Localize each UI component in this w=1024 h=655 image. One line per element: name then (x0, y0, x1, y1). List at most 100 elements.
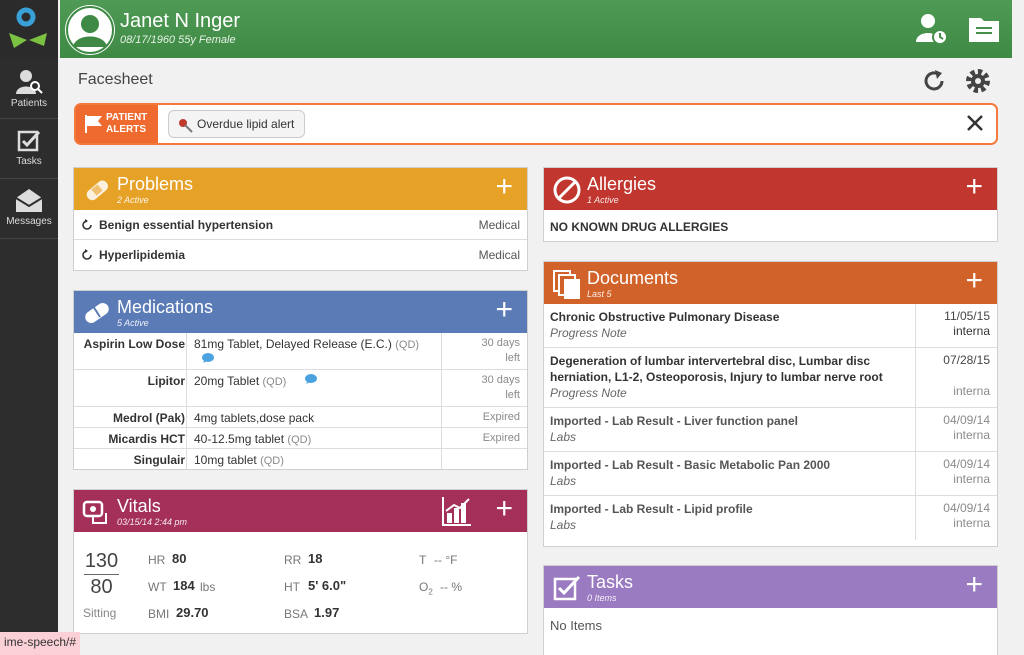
medication-frequency: (QD) (260, 455, 284, 467)
bsa-label: BSA (284, 607, 309, 621)
medication-row[interactable]: Lipitor 20mg Tablet (QD) 30 days left (74, 370, 527, 407)
document-row[interactable]: Degeneration of lumbar intervertebral di… (544, 348, 997, 408)
problem-category: Medical (478, 218, 520, 232)
chart-icon[interactable] (441, 495, 473, 527)
patient-header: Janet N Inger 08/17/1960 55y Female (60, 0, 1012, 58)
refresh-icon[interactable] (920, 67, 948, 100)
problem-row[interactable]: Benign essential hypertension Medical (74, 210, 527, 240)
medication-dose: 40-12.5mg tablet (QD) (194, 432, 311, 446)
document-source: interna (953, 384, 990, 398)
document-row[interactable]: Imported - Lab Result - Basic Metabolic … (544, 452, 997, 496)
ht-label: HT (284, 580, 300, 594)
page-title: Facesheet (78, 71, 153, 88)
add-problem-button[interactable]: + (495, 172, 513, 202)
comment-icon[interactable] (202, 353, 214, 363)
o2-label: O2 (419, 580, 433, 596)
nav-messages[interactable]: Messages (0, 180, 58, 239)
document-title: Chronic Obstructive Pulmonary Disease (550, 310, 780, 324)
add-vitals-button[interactable]: + (495, 494, 513, 524)
document-type: Progress Note (550, 386, 627, 400)
document-type: Labs (550, 474, 577, 488)
documents-header: Documents Last 5 + (544, 262, 997, 304)
medication-name: Aspirin Low Dose (83, 337, 185, 351)
allergy-name: NO KNOWN DRUG ALLERGIES (550, 220, 729, 234)
document-type: Progress Note (550, 326, 627, 340)
document-date: 07/28/15 (943, 353, 990, 367)
medication-row[interactable]: Micardis HCT 40-12.5mg tablet (QD) Expired (74, 428, 527, 449)
close-icon[interactable] (964, 112, 986, 139)
envelope-icon (15, 189, 43, 212)
nav-messages-label: Messages (6, 216, 52, 227)
tasks-body: No Items (544, 608, 997, 648)
document-date: 04/09/14 (943, 501, 990, 515)
left-nav: Patients Tasks Messages (0, 0, 58, 655)
document-row[interactable]: Chronic Obstructive Pulmonary Disease Pro… (544, 304, 997, 348)
medication-dose-text: 40-12.5mg tablet (194, 432, 285, 446)
medications-card: Medications 5 Active + Aspirin Low Dose 8… (73, 290, 528, 470)
document-source: interna (953, 472, 990, 486)
add-medication-button[interactable]: + (495, 295, 513, 325)
medications-subtitle: 5 Active (117, 318, 149, 328)
problem-name: Benign essential hypertension (99, 218, 274, 232)
nav-tasks[interactable]: Tasks (0, 120, 58, 179)
documents-card: Documents Last 5 + Chronic Obstructive P… (543, 261, 998, 547)
nav-patients[interactable]: Patients (0, 60, 58, 119)
medication-status: 30 days (481, 374, 520, 386)
medication-name: Micardis HCT (108, 432, 185, 446)
app-logo[interactable] (0, 0, 58, 58)
document-title: Imported - Lab Result - Basic Metabolic … (550, 458, 831, 472)
problems-card: Problems 2 Active + Benign essential hyp… (73, 167, 528, 271)
medication-dose-text: 81mg Tablet, Delayed Release (E.C.) (194, 337, 392, 351)
medication-name: Medrol (Pak) (112, 411, 185, 425)
add-allergy-button[interactable]: + (965, 172, 983, 202)
medication-status: Expired (482, 411, 520, 423)
rr-value: 18 (308, 551, 323, 566)
comment-icon[interactable] (305, 374, 317, 384)
medication-divider (186, 370, 187, 406)
tasks-subtitle: 0 Items (587, 593, 617, 603)
history-icon (82, 249, 92, 260)
avatar[interactable] (65, 5, 115, 55)
patient-dob: 08/17/1960 55y Female (120, 34, 236, 46)
tasks-card: Tasks 0 Items + No Items (543, 565, 998, 655)
add-task-button[interactable]: + (965, 570, 983, 600)
problem-row[interactable]: Hyperlipidemia Medical (74, 240, 527, 270)
bandage-icon (86, 180, 109, 201)
patient-name: Janet N Inger (120, 10, 241, 32)
problem-category: Medical (478, 248, 520, 262)
no-allergy-icon (553, 176, 581, 204)
bp-systolic: 130 (84, 550, 119, 572)
medication-row[interactable]: Aspirin Low Dose 81mg Tablet, Delayed Rel… (74, 333, 527, 370)
medication-row[interactable]: Singulair 10mg tablet (QD) (74, 449, 527, 469)
document-title: Degeneration of lumbar intervertebral di… (550, 354, 883, 384)
bsa-value: 1.97 (314, 605, 340, 620)
medication-row[interactable]: Medrol (Pak) 4mg tablets,dose pack Expire… (74, 407, 527, 428)
document-row[interactable]: Imported - Lab Result - Lipid profile Lab… (544, 496, 997, 540)
add-document-button[interactable]: + (965, 266, 983, 296)
ht-value: 5' 6.0" (308, 578, 347, 593)
document-date: 04/09/14 (943, 413, 990, 427)
wt-value: 184 (173, 578, 195, 593)
bmi-value: 29.70 (176, 605, 209, 620)
medication-divider (186, 428, 187, 448)
document-source: interna (953, 324, 990, 338)
medication-name: Lipitor (147, 374, 185, 388)
gear-icon[interactable] (964, 67, 992, 100)
o2-label-text: O (419, 580, 429, 594)
medication-dose-text: 4mg tablets,dose pack (194, 411, 315, 425)
medication-status-cell (441, 449, 521, 469)
alert-chip[interactable]: Overdue lipid alert (168, 110, 306, 138)
document-row[interactable]: Imported - Lab Result - Liver function p… (544, 408, 997, 452)
alerts-badge-line2: ALERTS (106, 124, 146, 135)
patient-schedule-icon[interactable] (915, 12, 949, 51)
document-date: 04/09/14 (943, 457, 990, 471)
alerts-badge-line1: PATIENT (106, 112, 148, 123)
pill-icon (85, 302, 109, 324)
bp-position: Sitting (83, 606, 117, 620)
allergy-row[interactable]: NO KNOWN DRUG ALLERGIES (544, 210, 997, 241)
folder-icon[interactable] (967, 12, 1001, 51)
checkbox-icon (553, 575, 581, 601)
medication-status-detail: left (505, 389, 520, 401)
status-bar-url: ime-speech/# (0, 632, 81, 655)
history-icon (82, 219, 92, 230)
